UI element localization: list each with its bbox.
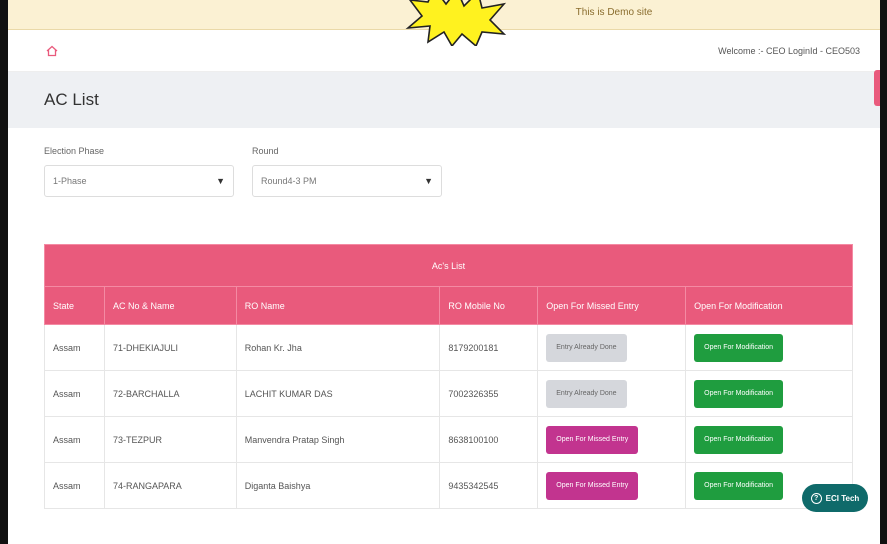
chevron-down-icon: ▼ xyxy=(424,176,433,186)
cell-ac-name: 73-TEZPUR xyxy=(103,416,237,463)
table-section: Ac's List State AC No & Name RO Name RO … xyxy=(8,208,880,544)
cell-missed-entry: Entry Already Done xyxy=(537,370,687,417)
cell-state: Assam xyxy=(44,416,105,463)
cell-ro-name: Rohan Kr. Jha xyxy=(235,324,441,371)
col-ro: RO Name xyxy=(235,286,441,325)
cell-ro-name: LACHIT KUMAR DAS xyxy=(235,370,441,417)
cell-mobile: 7002326355 xyxy=(439,370,539,417)
cell-ac-name: 74-RANGAPARA xyxy=(103,462,237,509)
cell-mobile: 8179200181 xyxy=(439,324,539,371)
open-modification-button[interactable]: Open For Modification xyxy=(694,379,784,408)
cell-ro-name: Manvendra Pratap Singh xyxy=(235,416,441,463)
starburst-annotation xyxy=(405,0,507,46)
table-header-row: State AC No & Name RO Name RO Mobile No … xyxy=(44,286,853,325)
app-frame: This is Demo site Welcome :- CEO LoginId… xyxy=(8,0,880,544)
cell-missed-entry: Open For Missed Entry xyxy=(537,416,687,463)
col-ac: AC No & Name xyxy=(103,286,237,325)
scrollbar-thumb[interactable] xyxy=(874,70,880,106)
col-missed: Open For Missed Entry xyxy=(537,286,687,325)
round-select[interactable]: Round4-3 PM ▼ xyxy=(252,165,442,197)
open-modification-button[interactable]: Open For Modification xyxy=(694,471,784,500)
cell-modification: Open For Modification xyxy=(685,370,853,417)
eci-tech-chat-button[interactable]: ? ECI Tech xyxy=(802,484,868,512)
chat-label: ECI Tech xyxy=(825,493,860,503)
table-row: Assam 74-RANGAPARA Diganta Baishya 94353425… xyxy=(44,462,853,509)
phase-label: Election Phase xyxy=(44,146,105,156)
cell-missed-entry: Open For Missed Entry xyxy=(537,462,687,509)
table-row: Assam 73-TEZPUR Manvendra Pratap Singh 8638… xyxy=(44,416,853,463)
round-label: Round xyxy=(252,146,279,156)
cell-ac-name: 71-DHEKIAJULI xyxy=(103,324,237,371)
phase-select-value: 1-Phase xyxy=(53,176,87,186)
filters-panel: Election Phase 1-Phase ▼ Round Round4-3 … xyxy=(8,128,880,208)
cell-ac-name: 72-BARCHALLA xyxy=(103,370,237,417)
open-missed-entry-button[interactable]: Open For Missed Entry xyxy=(546,471,639,500)
phase-select[interactable]: 1-Phase ▼ xyxy=(44,165,234,197)
entry-done-button[interactable]: Entry Already Done xyxy=(546,333,627,362)
round-filter: Round Round4-3 PM ▼ xyxy=(252,146,442,208)
col-mobile: RO Mobile No xyxy=(439,286,539,325)
home-icon[interactable] xyxy=(44,43,60,59)
table-title: Ac's List xyxy=(44,244,853,287)
demo-banner-text: This is Demo site xyxy=(575,7,653,18)
cell-state: Assam xyxy=(44,370,105,417)
cell-mobile: 8638100100 xyxy=(439,416,539,463)
round-select-value: Round4-3 PM xyxy=(261,176,317,186)
cell-state: Assam xyxy=(44,462,105,509)
table-body: Assam 71-DHEKIAJULI Rohan Kr. Jha 817920018… xyxy=(44,324,853,509)
welcome-text: Welcome :- CEO LoginId - CEO503 xyxy=(718,45,860,56)
open-modification-button[interactable]: Open For Modification xyxy=(694,425,784,454)
entry-done-button[interactable]: Entry Already Done xyxy=(546,379,627,408)
question-icon: ? xyxy=(810,492,822,504)
cell-missed-entry: Entry Already Done xyxy=(537,324,687,371)
page-title: AC List xyxy=(44,90,99,109)
cell-modification: Open For Modification xyxy=(685,416,853,463)
cell-ro-name: Diganta Baishya xyxy=(235,462,441,509)
table-row: Assam 71-DHEKIAJULI Rohan Kr. Jha 817920018… xyxy=(44,324,853,371)
open-missed-entry-button[interactable]: Open For Missed Entry xyxy=(546,425,639,454)
title-bar: AC List xyxy=(8,72,880,128)
phase-filter: Election Phase 1-Phase ▼ xyxy=(44,146,234,208)
cell-mobile: 9435342545 xyxy=(439,462,539,509)
ac-list-table: Ac's List State AC No & Name RO Name RO … xyxy=(44,244,853,509)
open-modification-button[interactable]: Open For Modification xyxy=(694,333,784,362)
col-modification: Open For Modification xyxy=(685,286,853,325)
table-row: Assam 72-BARCHALLA LACHIT KUMAR DAS 7002326… xyxy=(44,370,853,417)
col-state: State xyxy=(44,286,105,325)
cell-modification: Open For Modification xyxy=(685,324,853,371)
cell-state: Assam xyxy=(44,324,105,371)
chevron-down-icon: ▼ xyxy=(216,176,225,186)
